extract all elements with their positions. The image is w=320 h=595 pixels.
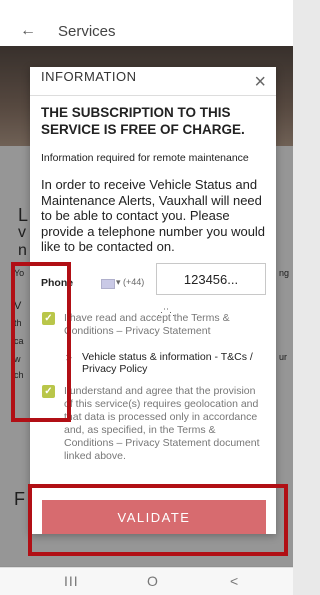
terms-checkbox-label: I have read and accept the Terms & Condi… — [64, 312, 230, 337]
dialog-title: INFORMATION — [41, 69, 137, 84]
country-code-select[interactable]: ▾ (+44) — [116, 277, 144, 288]
close-icon[interactable]: × — [254, 72, 266, 92]
system-nav-bar: III O < — [0, 567, 293, 595]
tcs-privacy-link[interactable]: Vehicle status & information - T&Cs / Pr… — [82, 351, 262, 375]
top-bar: ← Services — [0, 0, 293, 46]
uk-flag-icon[interactable] — [101, 279, 115, 289]
back-arrow-icon[interactable]: ← — [20, 22, 36, 40]
checkbox-highlight-box — [11, 262, 71, 422]
phone-input[interactable] — [156, 263, 266, 295]
info-body-text: In order to receive Vehicle Status and M… — [41, 177, 266, 254]
recent-apps-icon[interactable]: III — [64, 573, 79, 589]
divider — [30, 95, 276, 96]
geolocation-checkbox-label: I understand and agree that the provisio… — [64, 385, 260, 462]
info-required-label: Information required for remote maintena… — [41, 152, 249, 164]
app-screen: ← Services L v n Yo V th ca w ch ng ur F… — [0, 0, 293, 595]
home-icon[interactable]: O — [147, 573, 158, 589]
subscription-headline: THE SUBSCRIPTION TO THIS SERVICE IS FREE… — [41, 105, 245, 137]
validate-highlight-box — [28, 484, 288, 556]
page-title: Services — [58, 23, 116, 40]
back-icon[interactable]: < — [230, 573, 238, 589]
